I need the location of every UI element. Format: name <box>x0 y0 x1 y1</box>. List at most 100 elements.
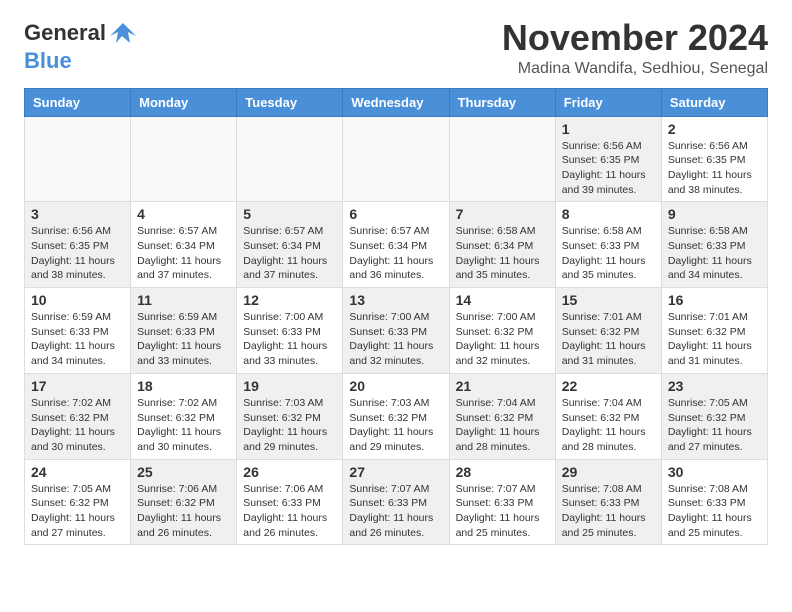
day-info: Sunrise: 6:57 AM Sunset: 6:34 PM Dayligh… <box>243 224 336 283</box>
calendar-day-cell: 28Sunrise: 7:07 AM Sunset: 6:33 PM Dayli… <box>449 459 555 545</box>
calendar-day-cell: 20 Sunrise: 7:03 AM Sunset: 6:32 PM Dayli… <box>343 373 449 459</box>
day-number: 20 <box>349 378 442 394</box>
day-info: Sunrise: 7:00 AM Sunset: 6:32 PM Dayligh… <box>456 310 549 369</box>
location: Madina Wandifa, Sedhiou, Senegal <box>502 60 768 78</box>
day-number: 4 <box>137 206 230 222</box>
calendar-day-cell: 11Sunrise: 6:59 AM Sunset: 6:33 PM Dayli… <box>131 288 237 374</box>
day-info: Sunrise: 7:01 AM Sunset: 6:32 PM Dayligh… <box>668 310 761 369</box>
calendar-day-cell: 17Sunrise: 7:02 AM Sunset: 6:32 PM Dayli… <box>25 373 131 459</box>
weekday-header-tuesday: Tuesday <box>237 88 343 116</box>
day-info: Sunrise: 7:04 AM Sunset: 6:32 PM Dayligh… <box>562 396 655 455</box>
calendar-week-3: 10 Sunrise: 6:59 AM Sunset: 6:33 PM Dayli… <box>25 288 768 374</box>
calendar-day-cell <box>237 116 343 202</box>
calendar-day-cell: 18Sunrise: 7:02 AM Sunset: 6:32 PM Dayli… <box>131 373 237 459</box>
day-number: 19 <box>243 378 336 394</box>
day-number: 29 <box>562 464 655 480</box>
calendar-day-cell: 6Sunrise: 6:57 AM Sunset: 6:34 PM Daylig… <box>343 202 449 288</box>
day-info: Sunrise: 7:07 AM Sunset: 6:33 PM Dayligh… <box>456 482 549 541</box>
page-header: General Blue November 2024 Madina Wandif… <box>0 0 792 88</box>
calendar-week-1: 1 Sunrise: 6:56 AM Sunset: 6:35 PM Daylig… <box>25 116 768 202</box>
logo: General Blue <box>24 18 140 74</box>
day-number: 21 <box>456 378 549 394</box>
calendar-day-cell: 23Sunrise: 7:05 AM Sunset: 6:32 PM Dayli… <box>661 373 767 459</box>
calendar-week-2: 3 Sunrise: 6:56 AM Sunset: 6:35 PM Daylig… <box>25 202 768 288</box>
calendar-day-cell: 29 Sunrise: 7:08 AM Sunset: 6:33 PM Dayli… <box>555 459 661 545</box>
day-info: Sunrise: 7:07 AM Sunset: 6:33 PM Dayligh… <box>349 482 442 541</box>
day-number: 1 <box>562 121 655 137</box>
day-info: Sunrise: 7:04 AM Sunset: 6:32 PM Dayligh… <box>456 396 549 455</box>
day-number: 30 <box>668 464 761 480</box>
calendar-day-cell: 8Sunrise: 6:58 AM Sunset: 6:33 PM Daylig… <box>555 202 661 288</box>
weekday-header-friday: Friday <box>555 88 661 116</box>
day-number: 7 <box>456 206 549 222</box>
calendar-day-cell: 5 Sunrise: 6:57 AM Sunset: 6:34 PM Daylig… <box>237 202 343 288</box>
calendar-day-cell: 15Sunrise: 7:01 AM Sunset: 6:32 PM Dayli… <box>555 288 661 374</box>
day-info: Sunrise: 7:02 AM Sunset: 6:32 PM Dayligh… <box>31 396 124 455</box>
weekday-header-row: SundayMondayTuesdayWednesdayThursdayFrid… <box>25 88 768 116</box>
day-number: 14 <box>456 292 549 308</box>
calendar-day-cell: 4 Sunrise: 6:57 AM Sunset: 6:34 PM Daylig… <box>131 202 237 288</box>
day-info: Sunrise: 6:56 AM Sunset: 6:35 PM Dayligh… <box>31 224 124 283</box>
calendar-day-cell: 22 Sunrise: 7:04 AM Sunset: 6:32 PM Dayli… <box>555 373 661 459</box>
day-number: 25 <box>137 464 230 480</box>
calendar-day-cell: 24 Sunrise: 7:05 AM Sunset: 6:32 PM Dayli… <box>25 459 131 545</box>
day-info: Sunrise: 6:58 AM Sunset: 6:33 PM Dayligh… <box>668 224 761 283</box>
day-number: 15 <box>562 292 655 308</box>
day-number: 13 <box>349 292 442 308</box>
day-info: Sunrise: 6:56 AM Sunset: 6:35 PM Dayligh… <box>668 139 761 198</box>
month-title: November 2024 <box>502 18 768 58</box>
day-info: Sunrise: 7:08 AM Sunset: 6:33 PM Dayligh… <box>668 482 761 541</box>
day-info: Sunrise: 7:06 AM Sunset: 6:33 PM Dayligh… <box>243 482 336 541</box>
day-number: 10 <box>31 292 124 308</box>
day-info: Sunrise: 6:57 AM Sunset: 6:34 PM Dayligh… <box>349 224 442 283</box>
day-number: 2 <box>668 121 761 137</box>
day-number: 3 <box>31 206 124 222</box>
logo-bird-icon <box>108 18 138 48</box>
day-info: Sunrise: 7:03 AM Sunset: 6:32 PM Dayligh… <box>243 396 336 455</box>
day-number: 22 <box>562 378 655 394</box>
day-number: 12 <box>243 292 336 308</box>
day-info: Sunrise: 7:03 AM Sunset: 6:32 PM Dayligh… <box>349 396 442 455</box>
calendar-day-cell: 9Sunrise: 6:58 AM Sunset: 6:33 PM Daylig… <box>661 202 767 288</box>
calendar-day-cell: 19 Sunrise: 7:03 AM Sunset: 6:32 PM Dayli… <box>237 373 343 459</box>
weekday-header-saturday: Saturday <box>661 88 767 116</box>
weekday-header-thursday: Thursday <box>449 88 555 116</box>
calendar-day-cell: 7 Sunrise: 6:58 AM Sunset: 6:34 PM Daylig… <box>449 202 555 288</box>
calendar-day-cell: 25 Sunrise: 7:06 AM Sunset: 6:32 PM Dayli… <box>131 459 237 545</box>
weekday-header-wednesday: Wednesday <box>343 88 449 116</box>
weekday-header-sunday: Sunday <box>25 88 131 116</box>
calendar-body: 1 Sunrise: 6:56 AM Sunset: 6:35 PM Daylig… <box>25 116 768 545</box>
day-info: Sunrise: 6:59 AM Sunset: 6:33 PM Dayligh… <box>31 310 124 369</box>
calendar-day-cell: 26Sunrise: 7:06 AM Sunset: 6:33 PM Dayli… <box>237 459 343 545</box>
day-number: 11 <box>137 292 230 308</box>
day-number: 27 <box>349 464 442 480</box>
calendar-day-cell: 3 Sunrise: 6:56 AM Sunset: 6:35 PM Daylig… <box>25 202 131 288</box>
day-info: Sunrise: 6:58 AM Sunset: 6:33 PM Dayligh… <box>562 224 655 283</box>
calendar-day-cell <box>343 116 449 202</box>
day-number: 16 <box>668 292 761 308</box>
day-info: Sunrise: 6:56 AM Sunset: 6:35 PM Dayligh… <box>562 139 655 198</box>
day-info: Sunrise: 7:08 AM Sunset: 6:33 PM Dayligh… <box>562 482 655 541</box>
day-info: Sunrise: 7:05 AM Sunset: 6:32 PM Dayligh… <box>31 482 124 541</box>
calendar-day-cell: 16 Sunrise: 7:01 AM Sunset: 6:32 PM Dayli… <box>661 288 767 374</box>
logo-general-text: General <box>24 20 106 46</box>
calendar-day-cell: 12 Sunrise: 7:00 AM Sunset: 6:33 PM Dayli… <box>237 288 343 374</box>
calendar-table: SundayMondayTuesdayWednesdayThursdayFrid… <box>24 88 768 546</box>
weekday-header-monday: Monday <box>131 88 237 116</box>
day-number: 5 <box>243 206 336 222</box>
calendar-header: SundayMondayTuesdayWednesdayThursdayFrid… <box>25 88 768 116</box>
day-info: Sunrise: 7:00 AM Sunset: 6:33 PM Dayligh… <box>243 310 336 369</box>
logo-blue-text: Blue <box>24 48 72 73</box>
day-number: 24 <box>31 464 124 480</box>
calendar-week-5: 24 Sunrise: 7:05 AM Sunset: 6:32 PM Dayli… <box>25 459 768 545</box>
calendar-day-cell: 13Sunrise: 7:00 AM Sunset: 6:33 PM Dayli… <box>343 288 449 374</box>
calendar-day-cell: 30 Sunrise: 7:08 AM Sunset: 6:33 PM Dayli… <box>661 459 767 545</box>
calendar-day-cell: 1 Sunrise: 6:56 AM Sunset: 6:35 PM Daylig… <box>555 116 661 202</box>
day-info: Sunrise: 6:58 AM Sunset: 6:34 PM Dayligh… <box>456 224 549 283</box>
day-number: 18 <box>137 378 230 394</box>
calendar-day-cell: 27 Sunrise: 7:07 AM Sunset: 6:33 PM Dayli… <box>343 459 449 545</box>
calendar-container: SundayMondayTuesdayWednesdayThursdayFrid… <box>0 88 792 558</box>
day-number: 23 <box>668 378 761 394</box>
day-info: Sunrise: 6:57 AM Sunset: 6:34 PM Dayligh… <box>137 224 230 283</box>
day-info: Sunrise: 7:06 AM Sunset: 6:32 PM Dayligh… <box>137 482 230 541</box>
